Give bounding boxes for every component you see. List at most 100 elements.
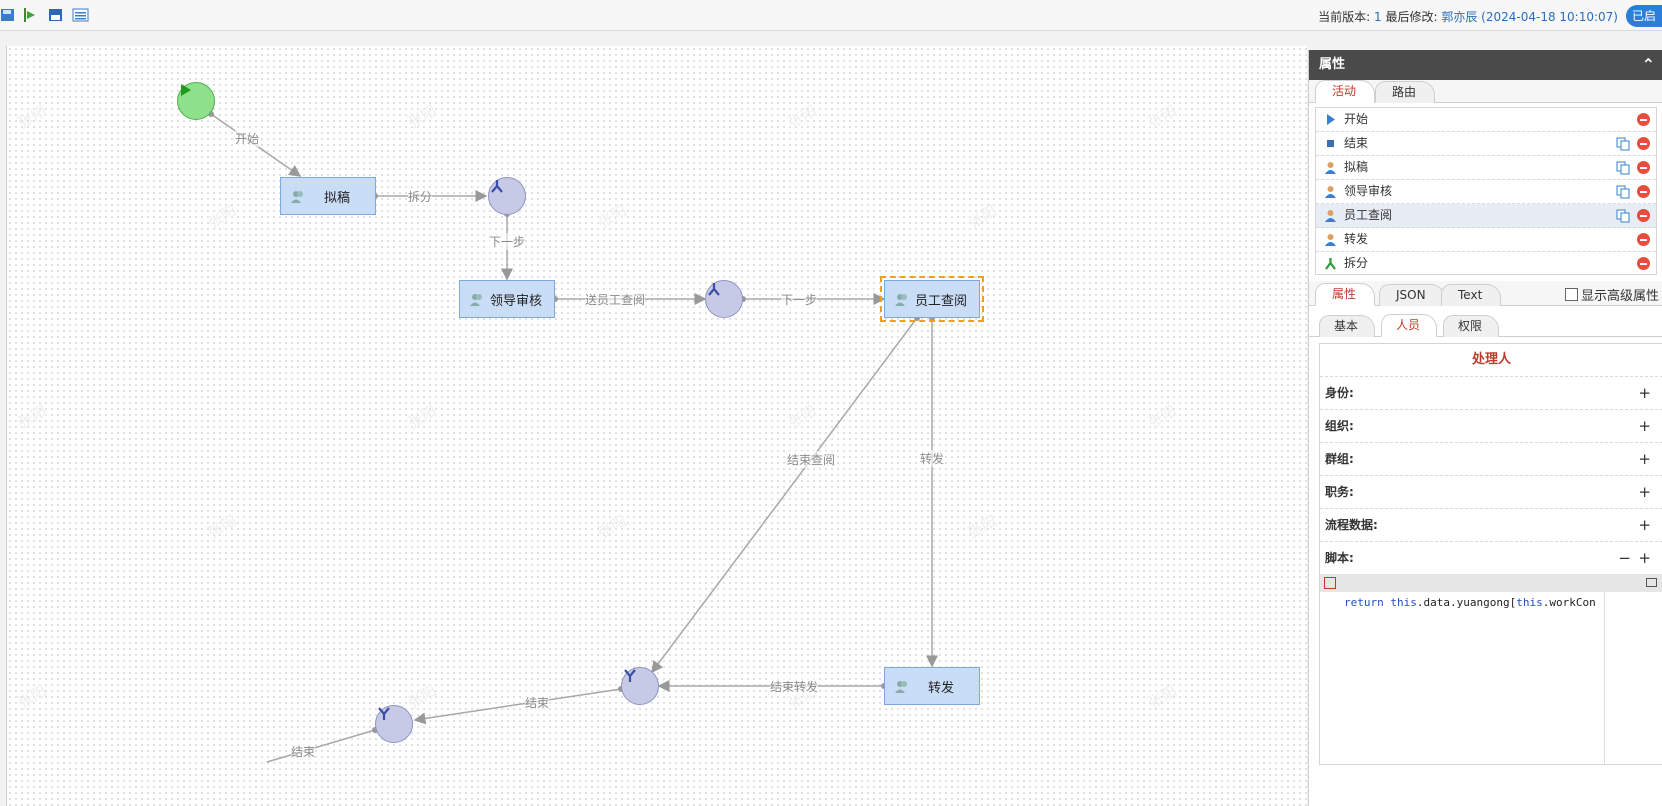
play-icon [181, 84, 191, 96]
delete-icon[interactable] [1637, 113, 1650, 126]
edge-label: 开始 [235, 130, 260, 147]
split-gateway[interactable] [705, 280, 743, 318]
users-icon [895, 681, 907, 693]
delete-icon[interactable] [1637, 185, 1650, 198]
delete-icon[interactable] [1637, 137, 1650, 150]
add-icon[interactable]: + [1638, 443, 1651, 475]
delete-icon[interactable] [1637, 233, 1650, 246]
tab-permissions[interactable]: 权限 [1443, 315, 1500, 337]
list-item[interactable]: 转发 [1316, 228, 1656, 252]
delete-icon[interactable] [1637, 209, 1650, 222]
advanced-checkbox[interactable] [1564, 288, 1578, 301]
editor-toolbar [1320, 574, 1662, 592]
advanced-toggle[interactable]: 显示高级属性 [1564, 285, 1659, 304]
list-item[interactable]: 拆分 [1316, 252, 1656, 275]
code-keyword: this [1390, 596, 1417, 609]
code-text: .workCon [1542, 596, 1596, 609]
add-icon[interactable]: + [1638, 542, 1651, 574]
field-label: 组织: [1325, 419, 1354, 433]
list-item[interactable]: 拟稿 [1316, 156, 1656, 180]
field-label: 职务: [1325, 485, 1354, 499]
field-organization: 组织: + [1320, 410, 1662, 443]
person-icon [1325, 186, 1336, 198]
maximize-icon[interactable] [1646, 578, 1657, 587]
modified-value[interactable]: 郭亦辰 (2024-04-18 10:10:07) [1441, 10, 1618, 24]
tab-text[interactable]: Text [1441, 284, 1502, 306]
start-node[interactable] [177, 82, 215, 120]
list-item[interactable]: 开始 [1316, 108, 1656, 132]
save-icon[interactable] [0, 7, 16, 23]
tab-routes[interactable]: 路由 [1375, 81, 1436, 103]
node-label: 拟稿 [323, 190, 350, 206]
copy-icon[interactable] [1616, 161, 1630, 175]
merge-gateway[interactable] [375, 705, 413, 743]
merge-icon [378, 707, 390, 720]
node-forward[interactable]: 转发 [884, 667, 980, 705]
split-icon [1325, 258, 1336, 270]
edge-label: 结束 [291, 743, 316, 760]
edge-label: 下一步 [781, 291, 818, 308]
node-employee-review[interactable]: 员工查阅 [880, 276, 984, 322]
delete-icon[interactable] [1637, 161, 1650, 174]
list-icon[interactable] [72, 7, 90, 23]
person-icon [1325, 234, 1336, 246]
save-as-icon[interactable] [48, 7, 64, 23]
list-item[interactable]: 领导审核 [1316, 180, 1656, 204]
tab-json[interactable]: JSON [1379, 284, 1445, 306]
split-icon [491, 180, 503, 193]
close-icon[interactable] [1324, 577, 1336, 589]
merge-gateway[interactable] [621, 667, 659, 705]
node-leader-review[interactable]: 领导审核 [459, 280, 555, 318]
add-icon[interactable]: + [1638, 509, 1651, 541]
field-flow-data: 流程数据: + [1320, 509, 1662, 542]
flow-canvas[interactable]: 张阳 张阳 张阳 张阳 张阳 张阳 张阳 张阳 张阳 张阳 张阳 张阳 张阳 张… [6, 46, 1307, 806]
script-editor[interactable]: return this.data.yuangong[this.workCon [1320, 574, 1662, 764]
advanced-label: 显示高级属性 [1580, 289, 1659, 304]
version-info: 当前版本: 1 最后修改: 郭亦辰 (2024-04-18 10:10:07) [1318, 8, 1618, 25]
split-icon [708, 283, 720, 296]
tab-basic[interactable]: 基本 [1319, 315, 1376, 337]
remove-icon[interactable]: − [1618, 542, 1631, 574]
edge-end1 [413, 688, 622, 725]
activity-list: 开始 结束 拟稿 领导审核 员工查阅 转发 拆分 [1315, 107, 1657, 275]
tab-personnel[interactable]: 人员 [1381, 314, 1438, 337]
list-item[interactable]: 结束 [1316, 132, 1656, 156]
edge-label: 转发 [920, 450, 945, 467]
property-tabs: 属性 JSON Text 显示高级属性 [1309, 281, 1662, 306]
copy-icon[interactable] [1616, 209, 1630, 223]
panel-header: 属性 ⌃ [1309, 50, 1662, 80]
edge-label: 结束 [525, 694, 550, 711]
field-label: 流程数据: [1325, 518, 1378, 532]
copy-icon[interactable] [1616, 137, 1630, 151]
handler-form: 处理人 身份: + 组织: + 群组: + 职务: + 流程数据: + 脚本: − + ret… [1319, 343, 1662, 765]
add-icon[interactable]: + [1638, 476, 1651, 508]
list-item[interactable]: 员工查阅 [1316, 204, 1656, 228]
version-label: 当前版本: [1318, 10, 1371, 24]
edge-label: 送员工查阅 [585, 291, 646, 308]
users-icon [895, 294, 907, 306]
tab-activities[interactable]: 活动 [1315, 80, 1376, 103]
node-draft[interactable]: 拟稿 [280, 177, 376, 215]
delete-icon[interactable] [1637, 257, 1650, 270]
edge-end2 [266, 729, 376, 763]
activity-name: 拆分 [1344, 256, 1369, 270]
activity-route-tabs: 活动 路由 [1309, 80, 1662, 103]
person-icon [1325, 210, 1336, 222]
add-icon[interactable]: + [1638, 410, 1651, 442]
add-icon[interactable]: + [1638, 377, 1651, 409]
end-square-icon [1327, 140, 1334, 147]
tab-properties[interactable]: 属性 [1315, 283, 1376, 306]
edge-end-review [651, 317, 918, 674]
split-gateway[interactable] [488, 177, 526, 215]
field-label: 群组: [1325, 452, 1354, 466]
copy-icon[interactable] [1616, 185, 1630, 199]
field-identity: 身份: + [1320, 377, 1662, 410]
collapse-icon[interactable]: ⌃ [1642, 50, 1655, 80]
enable-button[interactable]: 已启 [1626, 5, 1662, 27]
sub-tabs: 基本 人员 权限 [1309, 314, 1662, 337]
modified-label: 最后修改: [1385, 10, 1438, 24]
activity-name: 拟稿 [1344, 160, 1369, 174]
publish-flow-icon[interactable] [22, 7, 38, 23]
field-group: 群组: + [1320, 443, 1662, 476]
field-script: 脚本: − + [1320, 542, 1662, 575]
